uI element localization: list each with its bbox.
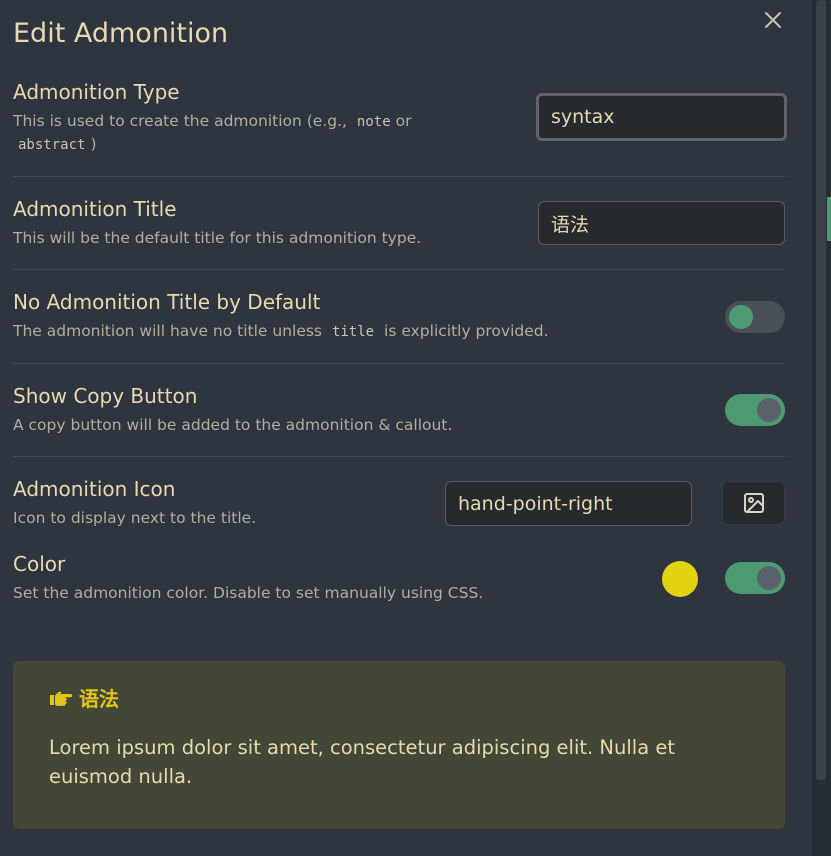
color-toggle[interactable] (725, 562, 785, 594)
divider (13, 363, 785, 364)
background-accent (827, 197, 831, 241)
preview-title-text: 语法 (79, 687, 119, 711)
divider (13, 176, 785, 177)
image-icon (743, 493, 764, 513)
preview-body: Lorem ipsum dolor sit amet, consectetur … (49, 736, 675, 788)
copy-button-toggle[interactable] (725, 394, 785, 426)
admonition-title-input[interactable] (538, 201, 785, 245)
admonition-preview: 语法 Lorem ipsum dolor sit amet, consectet… (13, 661, 785, 829)
admonition-icon-input[interactable] (445, 481, 692, 526)
preview-title: 语法 (49, 683, 119, 712)
setting-no-title-default: No Admonition Title by Default The admon… (13, 290, 785, 343)
edit-admonition-modal: Edit Admonition Admonition Type This is … (0, 0, 812, 856)
divider (13, 456, 785, 457)
hand-point-right-icon (50, 691, 73, 706)
background-pane-edge (812, 0, 831, 856)
no-title-toggle[interactable] (725, 301, 785, 333)
icon-picker-button[interactable] (722, 481, 785, 525)
color-swatch[interactable] (662, 561, 698, 597)
divider (13, 269, 785, 270)
setting-name: Show Copy Button (13, 384, 198, 408)
modal-title: Edit Admonition (13, 18, 229, 49)
setting-description: The admonition will have no title unless… (13, 322, 549, 340)
scrollbar[interactable] (816, 0, 826, 780)
setting-name: No Admonition Title by Default (13, 290, 321, 314)
setting-description: This is used to create the admonition (e… (13, 112, 412, 153)
close-icon[interactable] (760, 6, 786, 34)
setting-description: A copy button will be added to the admon… (13, 416, 453, 434)
admonition-type-input[interactable] (536, 93, 787, 141)
setting-show-copy-button: Show Copy Button A copy button will be a… (13, 384, 785, 436)
